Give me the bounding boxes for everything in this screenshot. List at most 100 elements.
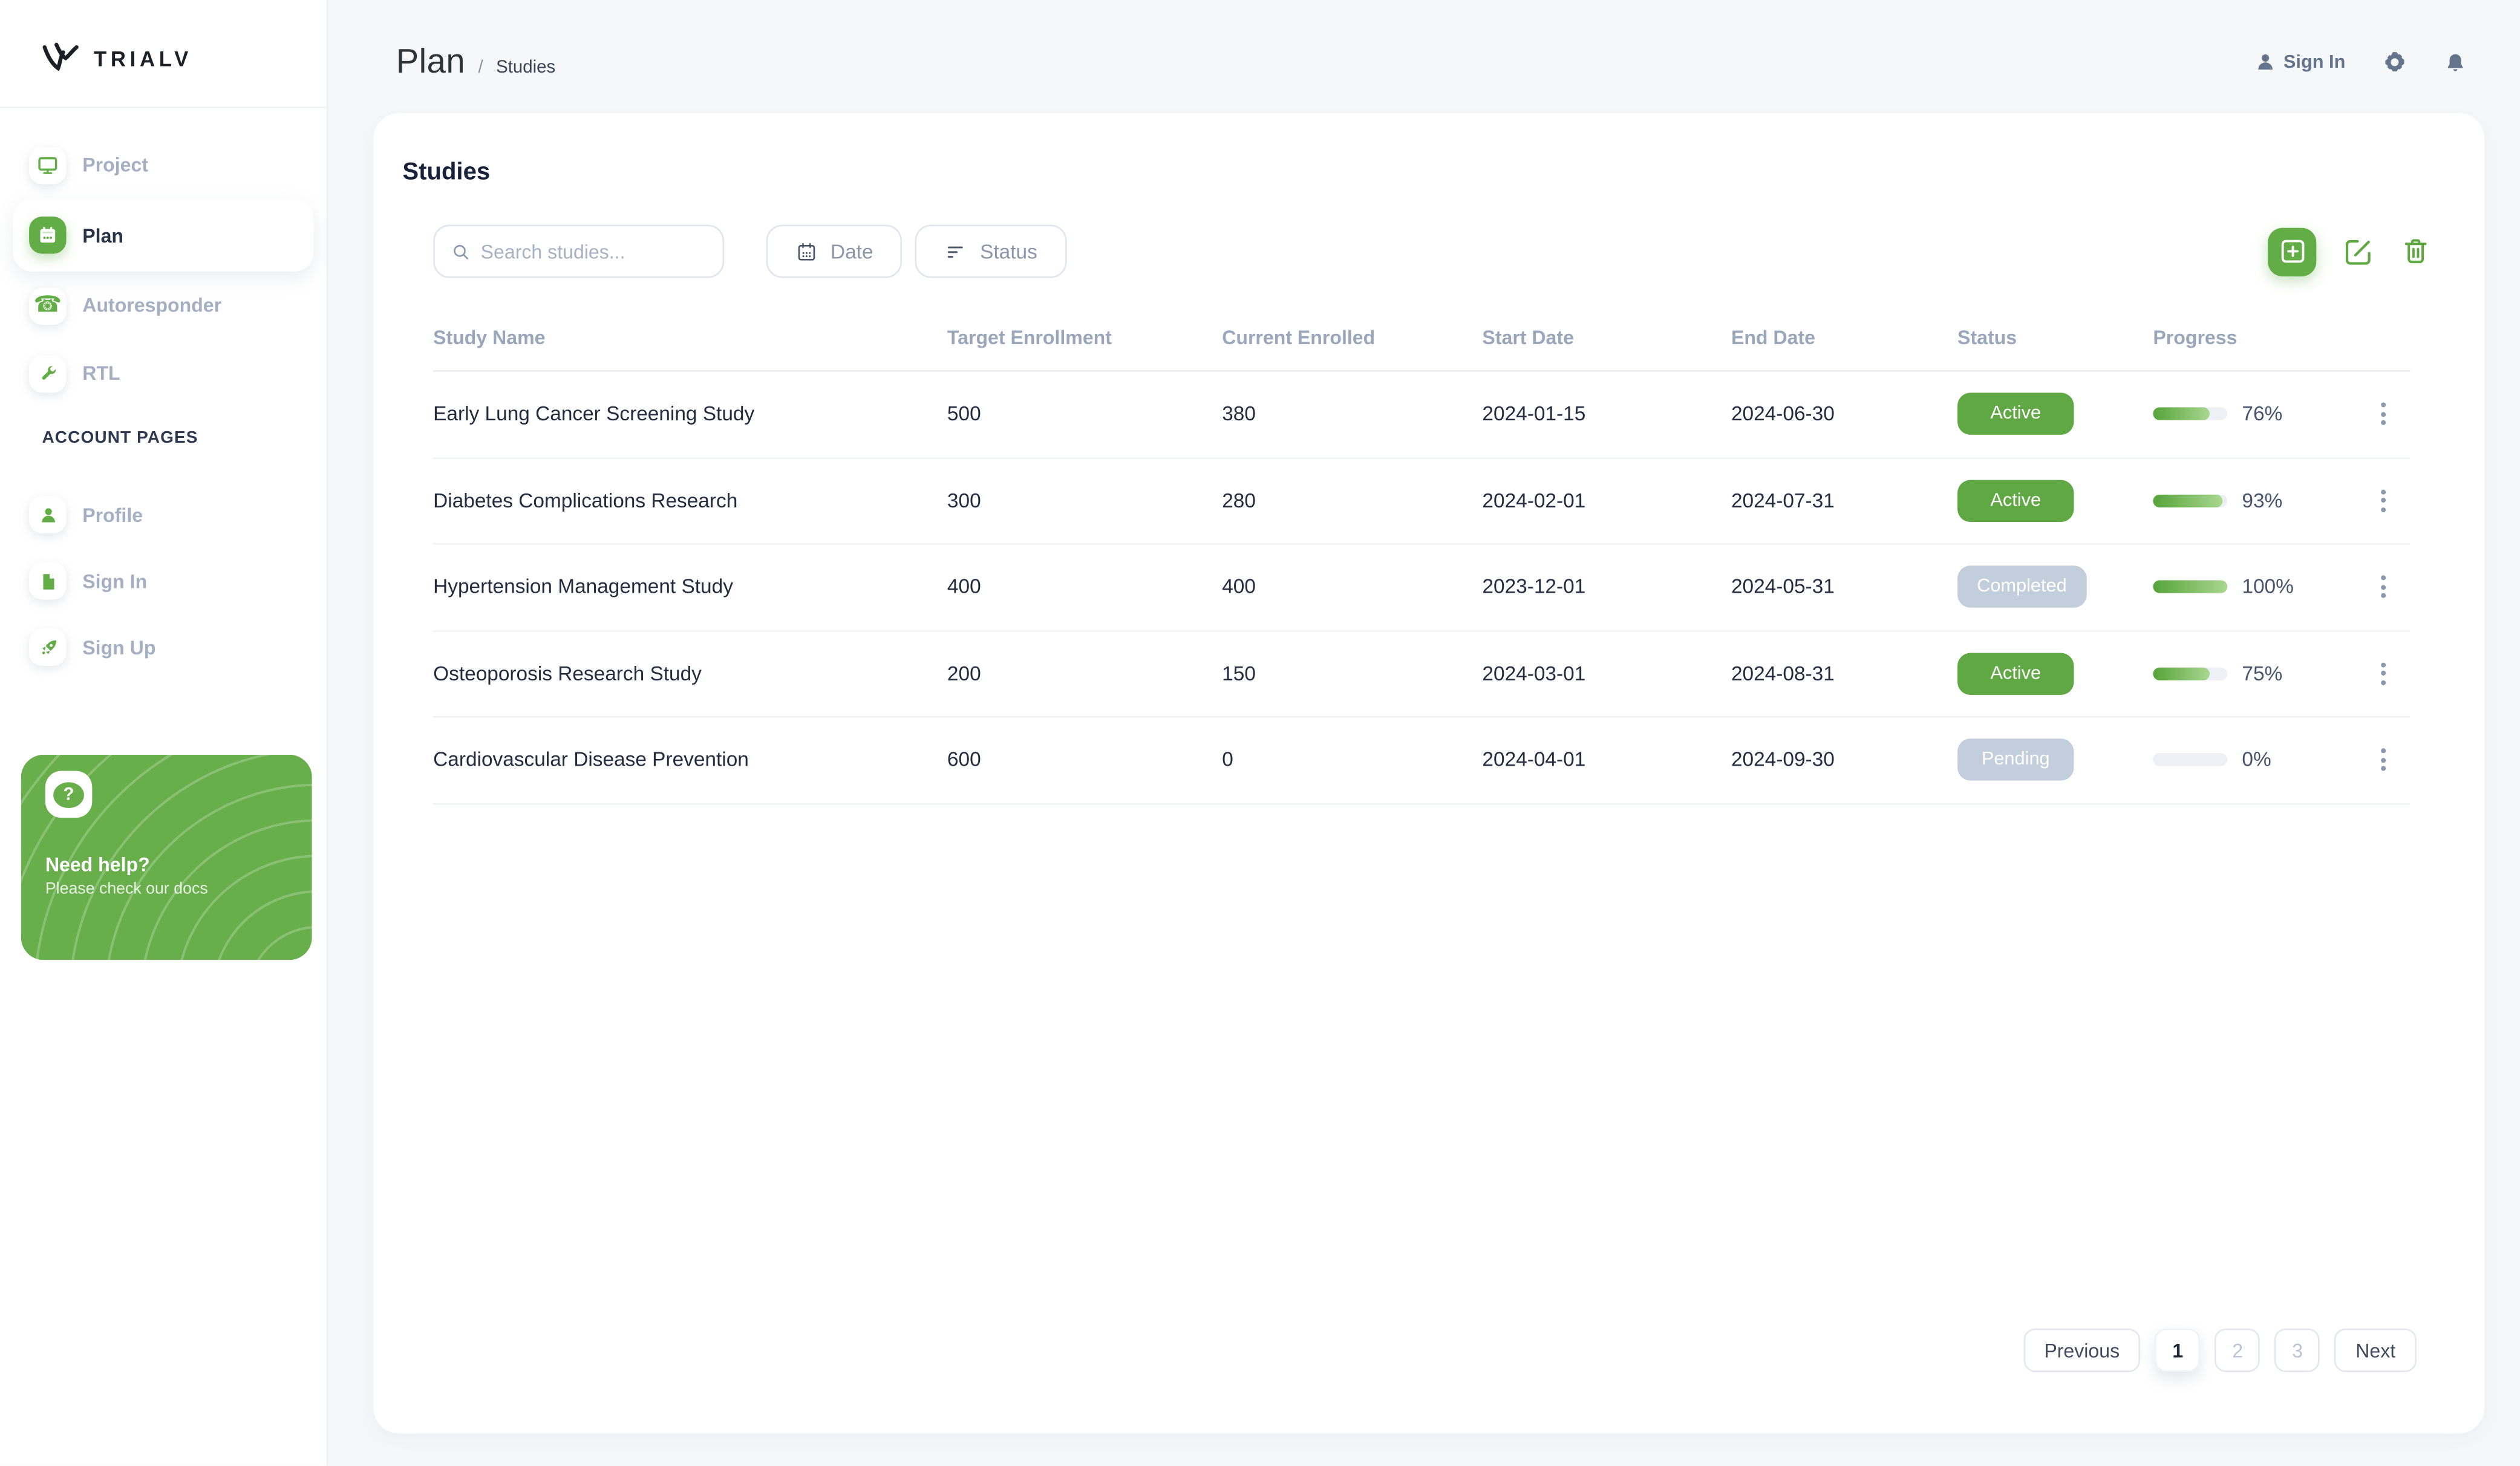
- trash-icon: [2404, 239, 2427, 264]
- signin-label: Sign In: [2283, 52, 2346, 72]
- calendar-icon: [798, 242, 815, 260]
- previous-page-button[interactable]: Previous: [2023, 1328, 2141, 1372]
- signin-button[interactable]: Sign In: [2254, 52, 2346, 73]
- progress-cell: 100%: [2153, 576, 2355, 598]
- cell-study-name: Diabetes Complications Research: [433, 489, 738, 512]
- edit-study-button[interactable]: [2342, 235, 2374, 267]
- table-row[interactable]: Diabetes Complications Research 300 280 …: [433, 458, 2411, 545]
- row-menu-kebab-icon[interactable]: [2380, 575, 2385, 599]
- page-button-3[interactable]: 3: [2274, 1328, 2320, 1372]
- next-page-button[interactable]: Next: [2334, 1328, 2417, 1372]
- progress-fill: [2153, 494, 2222, 507]
- progress-bar: [2153, 408, 2228, 421]
- table-actions: [2268, 227, 2431, 276]
- progress-cell: 93%: [2153, 489, 2355, 512]
- cell-start-date: 2023-12-01: [1482, 575, 1586, 599]
- table-row[interactable]: Early Lung Cancer Screening Study 500 38…: [433, 372, 2411, 458]
- cell-target-enrollment: 200: [947, 662, 981, 685]
- progress-label: 76%: [2242, 403, 2283, 426]
- card-title: Studies: [402, 158, 491, 186]
- progress-bar: [2153, 666, 2228, 680]
- table-body: Early Lung Cancer Screening Study 500 38…: [433, 372, 2411, 804]
- cell-study-name: Hypertension Management Study: [433, 575, 733, 599]
- trialv-logo-icon: [42, 42, 79, 71]
- sidebar-item-signin[interactable]: Sign In: [13, 548, 313, 614]
- edit-pencil-icon: [2345, 239, 2371, 264]
- row-menu-kebab-icon[interactable]: [2380, 662, 2385, 685]
- settings-gear-icon[interactable]: [2383, 50, 2407, 74]
- help-question-icon: ?: [45, 770, 93, 818]
- progress-cell: 75%: [2153, 662, 2355, 685]
- progress-bar: [2153, 753, 2228, 767]
- filter-icon: [948, 246, 964, 257]
- row-menu-kebab-icon[interactable]: [2380, 748, 2385, 772]
- cell-current-enrolled: 280: [1222, 489, 1256, 512]
- progress-cell: 76%: [2153, 403, 2355, 425]
- progress-label: 75%: [2242, 662, 2283, 685]
- sidebar-item-autoresponder[interactable]: ☎ Autoresponder: [13, 272, 313, 339]
- page-button-2[interactable]: 2: [2215, 1328, 2260, 1372]
- notifications-bell-icon[interactable]: [2444, 51, 2466, 73]
- sidebar-item-label: Project: [82, 153, 149, 177]
- sidebar-item-label: Sign In: [82, 569, 148, 593]
- breadcrumb: Plan / Studies: [396, 43, 556, 82]
- cell-start-date: 2024-02-01: [1482, 489, 1586, 512]
- monitor-icon: [29, 146, 67, 184]
- status-badge: Active: [1957, 393, 2074, 435]
- breadcrumb-current: Studies: [496, 57, 556, 77]
- person-icon: [29, 496, 67, 533]
- app: TRIALV Project Plan ☎ Autoresponder RTL …: [0, 0, 2520, 1466]
- table-row[interactable]: Cardiovascular Disease Prevention 600 0 …: [433, 717, 2411, 804]
- table-header: Study Name Target Enrollment Current Enr…: [433, 304, 2411, 372]
- account-pages-section-label: ACCOUNT PAGES: [42, 428, 198, 448]
- sidebar-item-project[interactable]: Project: [13, 131, 313, 198]
- sidebar-item-label: Sign Up: [82, 636, 156, 659]
- search-box: [433, 224, 725, 278]
- cell-start-date: 2024-01-15: [1482, 403, 1586, 426]
- cell-current-enrolled: 150: [1222, 662, 1256, 685]
- cell-study-name: Cardiovascular Disease Prevention: [433, 748, 749, 772]
- delete-study-button[interactable]: [2400, 236, 2431, 267]
- cell-current-enrolled: 0: [1222, 748, 1233, 772]
- search-input[interactable]: [480, 239, 707, 263]
- pagination: Previous 1 2 3 Next: [2023, 1328, 2417, 1372]
- topbar-actions: Sign In: [2254, 50, 2467, 74]
- sidebar-item-profile[interactable]: Profile: [13, 481, 313, 548]
- progress-bar: [2153, 580, 2228, 594]
- sidebar-item-plan[interactable]: Plan: [13, 198, 314, 272]
- column-header-end: End Date: [1731, 325, 1815, 348]
- progress-label: 93%: [2242, 489, 2283, 512]
- sidebar-item-signup[interactable]: Sign Up: [13, 614, 313, 680]
- cell-end-date: 2024-07-31: [1731, 489, 1835, 512]
- status-filter-button[interactable]: Status: [915, 224, 1067, 278]
- date-filter-label: Date: [830, 239, 873, 263]
- add-study-button[interactable]: [2268, 227, 2317, 276]
- progress-bar: [2153, 494, 2228, 507]
- table-row[interactable]: Osteoporosis Research Study 200 150 2024…: [433, 631, 2411, 718]
- column-header-study-name: Study Name: [433, 325, 546, 348]
- table-row[interactable]: Hypertension Management Study 400 400 20…: [433, 545, 2411, 631]
- progress-fill: [2153, 580, 2228, 594]
- row-menu-kebab-icon[interactable]: [2380, 489, 2385, 512]
- help-card[interactable]: ? Need help? Please check our docs: [21, 755, 312, 960]
- column-header-progress: Progress: [2153, 325, 2238, 348]
- status-badge: Pending: [1957, 738, 2074, 781]
- progress-cell: 0%: [2153, 749, 2355, 771]
- sidebar-item-label: RTL: [82, 362, 120, 385]
- help-subtitle: Please check our docs: [45, 881, 208, 899]
- topbar: Plan / Studies Sign In: [328, 0, 2520, 91]
- cell-study-name: Early Lung Cancer Screening Study: [433, 403, 755, 426]
- status-filter-label: Status: [980, 239, 1037, 263]
- row-menu-kebab-icon[interactable]: [2380, 403, 2385, 426]
- studies-card: Studies Date: [373, 113, 2485, 1434]
- progress-label: 0%: [2242, 748, 2271, 772]
- sidebar-item-label: Autoresponder: [82, 294, 222, 317]
- date-filter-button[interactable]: Date: [766, 224, 903, 278]
- status-badge: Active: [1957, 652, 2074, 695]
- page-button-1[interactable]: 1: [2155, 1328, 2201, 1372]
- sidebar-item-rtl[interactable]: RTL: [13, 339, 313, 407]
- progress-label: 100%: [2242, 575, 2294, 599]
- cell-end-date: 2024-06-30: [1731, 403, 1835, 426]
- sidebar: TRIALV Project Plan ☎ Autoresponder RTL …: [0, 0, 328, 1466]
- column-header-status: Status: [1957, 325, 2017, 348]
